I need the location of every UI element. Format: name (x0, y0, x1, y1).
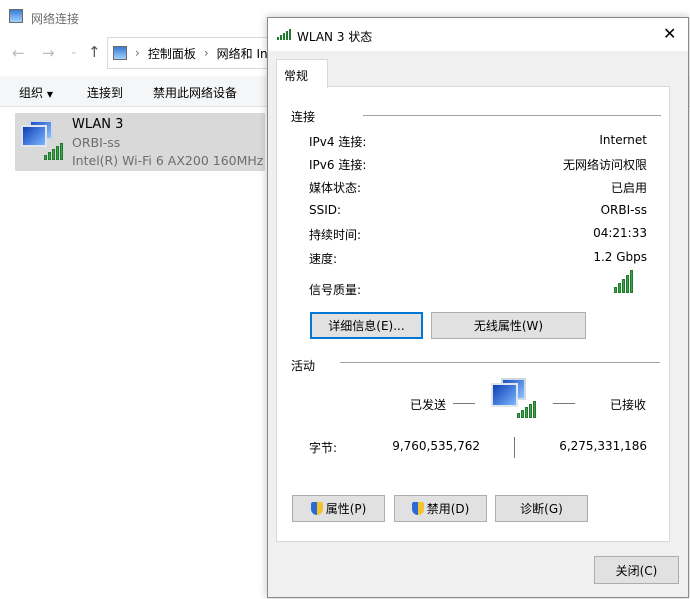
bytes-sent: 9,760,535,762 (392, 439, 480, 453)
item-network: ORBI-ss (72, 135, 121, 150)
bytes-separator (514, 437, 515, 458)
properties-label: 属性(P) (325, 502, 367, 516)
ipv6-label: IPv6 连接: (309, 158, 367, 172)
close-icon[interactable]: ✕ (663, 24, 676, 43)
dialog-titlebar: WLAN 3 状态 ✕ (268, 18, 688, 51)
wireless-properties-button[interactable]: 无线属性(W) (431, 312, 586, 339)
sent-line (453, 403, 475, 404)
item-adapter: Intel(R) Wi-Fi 6 AX200 160MHz (72, 153, 264, 168)
up-button[interactable]: ↑ (88, 43, 101, 61)
tab-general[interactable]: 常规 (276, 59, 328, 88)
details-label: 详细信息(E)... (328, 319, 405, 333)
disable-label: 禁用(D) (426, 502, 470, 516)
ssid-value: ORBI-ss (600, 203, 647, 217)
chevron-right-icon: › (135, 46, 140, 60)
network-activity-icon (491, 378, 537, 422)
organize-menu[interactable]: 组织 ▼ (19, 84, 53, 101)
uac-shield-icon (310, 502, 323, 515)
signal-strength-icon (277, 29, 291, 40)
chevron-right-icon: › (203, 46, 209, 60)
diagnose-button[interactable]: 诊断(G) (495, 495, 588, 522)
divider (363, 115, 661, 116)
recent-dropdown[interactable]: ⌄ (70, 47, 78, 57)
forward-button[interactable]: → (42, 44, 55, 62)
received-label: 已接收 (610, 398, 647, 412)
ipv4-value: Internet (599, 133, 647, 147)
activity-heading: 活动 (291, 359, 316, 373)
window-title: 网络连接 (31, 12, 80, 26)
divider (340, 362, 660, 363)
uac-shield-icon (411, 502, 424, 515)
control-panel-icon (113, 46, 127, 60)
speed-label: 速度: (309, 252, 338, 266)
signal-quality-label: 信号质量: (309, 283, 362, 297)
close-label: 关闭(C) (615, 563, 658, 578)
connection-heading: 连接 (291, 110, 316, 124)
breadcrumb-item[interactable]: 控制面板 (148, 45, 196, 62)
network-connections-icon (9, 9, 23, 23)
media-state-value: 已启用 (610, 181, 647, 195)
close-button[interactable]: 关闭(C) (594, 556, 679, 584)
bytes-received: 6,275,331,186 (559, 439, 647, 453)
speed-value: 1.2 Gbps (593, 250, 647, 264)
caret-down-icon: ▼ (46, 90, 53, 99)
ssid-label: SSID: (309, 203, 342, 217)
connect-to-button[interactable]: 连接到 (87, 84, 123, 101)
duration-value: 04:21:33 (593, 226, 647, 240)
item-name: WLAN 3 (72, 117, 124, 132)
organize-label: 组织 (19, 86, 44, 100)
ipv6-value: 无网络访问权限 (562, 158, 647, 172)
dialog-title: WLAN 3 状态 (297, 30, 373, 44)
diagnose-label: 诊断(G) (520, 502, 563, 516)
back-button[interactable]: ← (12, 44, 25, 62)
properties-button[interactable]: 属性(P) (292, 495, 385, 522)
ipv4-label: IPv4 连接: (309, 135, 367, 149)
connection-item-wlan3[interactable]: WLAN 3 ORBI-ss Intel(R) Wi-Fi 6 AX200 16… (15, 113, 265, 171)
signal-strength-icon (44, 143, 63, 160)
duration-label: 持续时间: (309, 228, 362, 242)
disable-device-button[interactable]: 禁用此网络设备 (153, 84, 237, 101)
disable-button[interactable]: 禁用(D) (394, 495, 487, 522)
sent-label: 已发送 (410, 398, 447, 412)
details-button[interactable]: 详细信息(E)... (310, 312, 423, 339)
signal-quality-icon (614, 270, 633, 293)
media-state-label: 媒体状态: (309, 181, 362, 195)
tab-label: 常规 (284, 69, 309, 83)
wireless-label: 无线属性(W) (473, 319, 544, 333)
received-line (553, 403, 575, 404)
breadcrumb-item[interactable]: 网络和 In (217, 45, 268, 62)
bytes-label: 字节: (309, 441, 338, 455)
